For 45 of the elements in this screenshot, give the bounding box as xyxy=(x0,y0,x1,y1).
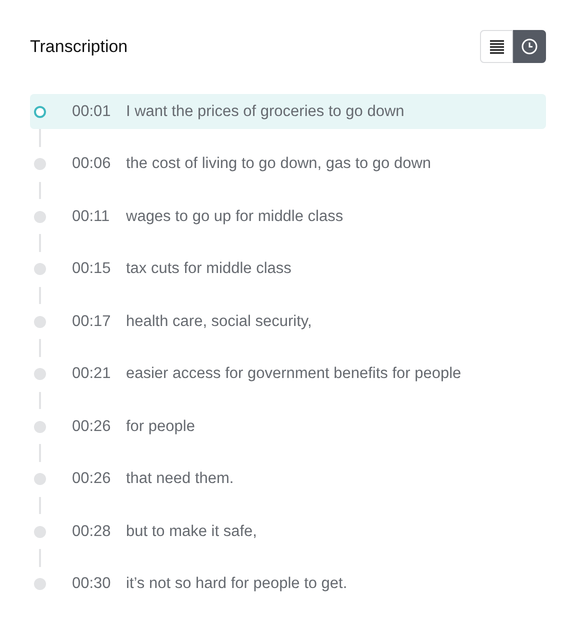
timestamp: 00:26 xyxy=(72,416,112,437)
transcript-row[interactable]: 00:21 easier access for government benefits for people xyxy=(30,356,546,392)
timeline-dot xyxy=(34,316,46,328)
timeline-dot xyxy=(34,526,46,538)
transcript-text: that need them. xyxy=(126,469,234,490)
timeline-view-button[interactable] xyxy=(513,30,546,63)
timestamp: 00:06 xyxy=(72,154,112,174)
list-view-icon xyxy=(488,40,504,54)
transcript-row[interactable]: 00:17 health care, social security, xyxy=(30,304,546,339)
timestamp: 00:28 xyxy=(72,522,112,542)
timeline-dot xyxy=(34,263,46,275)
timestamp: 00:26 xyxy=(72,469,112,490)
timestamp: 00:15 xyxy=(72,259,112,280)
transcript-text: the cost of living to go down, gas to go down xyxy=(126,154,432,174)
timeline-dot xyxy=(34,473,46,485)
timestamp: 00:30 xyxy=(72,574,112,594)
transcript-row[interactable]: 00:06 the cost of living to go down, gas to go down xyxy=(30,146,546,182)
transcript-text: it’s not so hard for people to get. xyxy=(126,574,348,594)
clock-icon xyxy=(521,38,538,55)
panel-title: Transcription xyxy=(30,36,128,58)
transcript-text: health care, social security, xyxy=(126,312,312,332)
timeline-dot xyxy=(34,368,46,380)
timeline-dot xyxy=(34,578,46,590)
transcript-text: wages to go up for middle class xyxy=(126,206,344,227)
transcript-row[interactable]: 00:28 but to make it safe, xyxy=(30,514,546,549)
transcript-row[interactable]: 00:30 it’s not so hard for people to get. xyxy=(30,566,546,602)
timeline-dot xyxy=(34,158,46,170)
timeline-dot xyxy=(34,420,46,432)
timestamp: 00:17 xyxy=(72,312,112,332)
timestamp: 00:21 xyxy=(72,364,112,384)
transcript-row[interactable]: 00:11 wages to go up for middle class xyxy=(30,199,546,234)
transcript-text: for people xyxy=(126,416,195,437)
transcript-text: I want the prices of groceries to go down xyxy=(126,102,404,122)
transcript-row[interactable]: 00:26 that need them. xyxy=(30,462,546,496)
timestamp: 00:11 xyxy=(72,206,111,227)
transcript-row[interactable]: 00:26 for people xyxy=(30,409,546,444)
timeline-dot xyxy=(34,106,46,118)
transcript-text: tax cuts for middle class xyxy=(126,259,292,280)
transcript-row[interactable]: 00:01 I want the prices of groceries to go down xyxy=(30,94,546,129)
timestamp: 00:01 xyxy=(72,102,112,122)
transcript-text: easier access for government benefits for people xyxy=(126,364,462,384)
transcript-text: but to make it safe, xyxy=(126,522,257,542)
list-view-button[interactable] xyxy=(480,30,513,63)
timeline-dot xyxy=(34,210,46,222)
transcript-row[interactable]: 00:15 tax cuts for middle class xyxy=(30,252,546,286)
